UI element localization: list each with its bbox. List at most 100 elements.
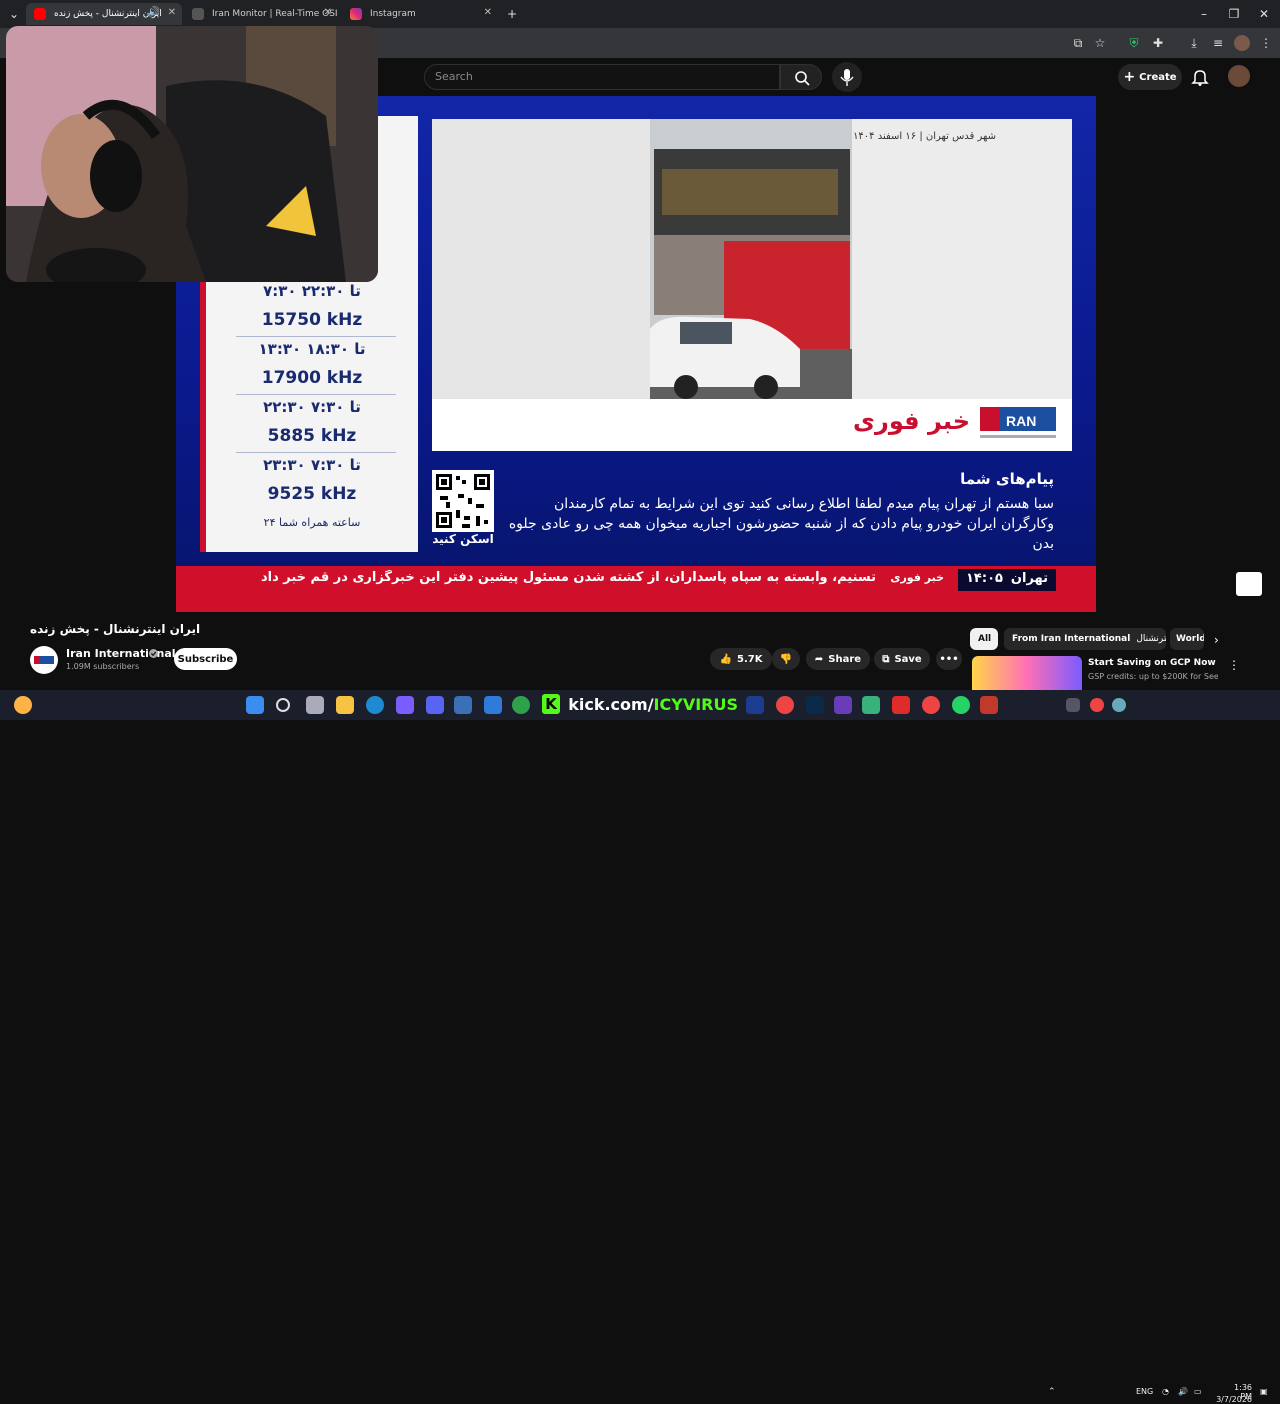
language-indicator[interactable]: ENG xyxy=(1136,1387,1153,1396)
tab-search-icon[interactable]: ⌄ xyxy=(6,6,22,22)
app-icon[interactable] xyxy=(862,696,880,714)
profile-avatar-icon[interactable] xyxy=(1234,35,1250,51)
ad-more-icon[interactable]: ⋮ xyxy=(1228,658,1240,672)
whatsapp-icon[interactable] xyxy=(952,696,970,714)
bookmark-star-icon[interactable]: ☆ xyxy=(1092,35,1108,51)
kick-url-prefix: kick.com/ xyxy=(568,694,654,714)
share-button[interactable]: ➦ Share xyxy=(806,648,870,670)
photo-blur-right xyxy=(852,119,1072,399)
weather-icon[interactable] xyxy=(14,696,32,714)
freq-khz-1: 15750 kHz xyxy=(261,310,363,330)
storefront-photo xyxy=(650,119,852,399)
extension-shield-icon[interactable]: ⛨ xyxy=(1126,35,1142,51)
notifications-button[interactable] xyxy=(1190,67,1210,87)
dislike-button[interactable]: 👎 xyxy=(772,648,800,670)
vscode-icon[interactable] xyxy=(746,696,764,714)
photoshop-icon[interactable] xyxy=(806,696,824,714)
start-icon[interactable] xyxy=(246,696,264,714)
close-tab-icon[interactable]: ✕ xyxy=(484,7,492,18)
browser-tab-bar: ⌄ ایران اینترنشنال - پخش زنده 🔊 ✕ Iran M… xyxy=(0,0,1280,28)
plus-icon: + xyxy=(1123,69,1136,85)
freq-khz-2: 17900 kHz xyxy=(261,368,363,388)
task-view-icon[interactable] xyxy=(306,696,324,714)
battery-icon[interactable]: ▭ xyxy=(1194,1387,1202,1396)
tab-iran-monitor[interactable]: Iran Monitor | Real-Time OSINT ✕ xyxy=(184,3,338,25)
new-tab-button[interactable]: + xyxy=(504,6,520,22)
subscribe-button[interactable]: Subscribe xyxy=(174,648,237,670)
ticker-city-badge: تهران ۱۴:۰۵ xyxy=(958,569,1056,591)
youtube-favicon-icon xyxy=(34,8,46,20)
verified-icon xyxy=(149,649,158,658)
app-icon[interactable] xyxy=(396,696,414,714)
tab-label: ایران اینترنشنال - پخش زنده xyxy=(54,9,162,19)
app-icon[interactable] xyxy=(512,696,530,714)
tab-iran-international[interactable]: ایران اینترنشنال - پخش زنده 🔊 ✕ xyxy=(26,3,182,25)
mini-logo-icon[interactable] xyxy=(1236,572,1262,596)
download-icon[interactable]: ⤓ xyxy=(1186,35,1202,51)
channel-avatar[interactable] xyxy=(30,646,58,674)
voice-search-button[interactable] xyxy=(832,62,862,92)
app-icon[interactable] xyxy=(454,696,472,714)
app-icon[interactable] xyxy=(834,696,852,714)
close-window-button[interactable]: ✕ xyxy=(1256,6,1272,22)
app-icon[interactable] xyxy=(484,696,502,714)
chip-world[interactable]: World xyxy=(1170,628,1204,650)
streamer-webcam-image xyxy=(6,26,378,282)
chip-label: From Iran International xyxy=(1012,634,1131,644)
wifi-icon[interactable]: ◔ xyxy=(1162,1387,1169,1396)
ticker-label: خبر فوری xyxy=(890,571,944,584)
channel-logo-icon xyxy=(34,656,54,664)
instagram-favicon-icon xyxy=(350,8,362,20)
audio-icon[interactable]: 🔊 xyxy=(148,7,160,18)
browser-menu-icon[interactable]: ⋮ xyxy=(1258,35,1274,51)
tray-app-icon[interactable] xyxy=(1066,698,1080,712)
microphone-icon xyxy=(840,69,854,86)
tab-instagram[interactable]: Instagram ✕ xyxy=(342,3,498,25)
tray-app-icon[interactable] xyxy=(1090,698,1104,712)
clock-date[interactable]: 3/7/2026 xyxy=(1214,1395,1252,1404)
tray-expand-icon[interactable]: ⌃ xyxy=(1048,1387,1056,1397)
chip-from-iran-international[interactable]: From Iran International ایران اینترنشنال xyxy=(1004,628,1166,650)
channel-name[interactable]: Iran International xyxy=(66,647,176,660)
divider xyxy=(236,336,396,337)
close-tab-icon[interactable]: ✕ xyxy=(168,7,176,18)
notification-center-icon[interactable]: ▣ xyxy=(1260,1387,1268,1396)
cast-icon[interactable]: ⧉ xyxy=(1070,35,1086,51)
tab-label: Iran Monitor | Real-Time OSINT xyxy=(212,9,338,19)
save-label: Save xyxy=(894,653,922,665)
search-button[interactable] xyxy=(780,64,822,90)
volume-icon[interactable]: 🔊 xyxy=(1178,1387,1188,1396)
file-explorer-icon[interactable] xyxy=(336,696,354,714)
app-icon[interactable] xyxy=(980,696,998,714)
extensions-puzzle-icon[interactable]: ✚ xyxy=(1150,35,1166,51)
search-input[interactable]: Search xyxy=(424,64,780,90)
tab-label: Instagram xyxy=(370,9,416,19)
tray-app-icon[interactable] xyxy=(1112,698,1126,712)
save-button[interactable]: ⧉ Save xyxy=(874,648,930,670)
search-icon[interactable] xyxy=(276,698,290,712)
video-title: ایران اینترنشنال - پخش زنده xyxy=(30,622,201,636)
maximize-button[interactable]: ❐ xyxy=(1226,6,1242,22)
qr-code-icon xyxy=(432,470,494,532)
news-frame: شهر قدس تهران | ۱۶ اسفند ۱۴۰۴ خبر فوری R… xyxy=(432,119,1072,451)
freq-time-2: ۱۳:۳۰ تا ۱۸:۳۰ xyxy=(258,340,366,358)
photo-blur-left xyxy=(432,119,650,399)
more-actions-button[interactable]: ••• xyxy=(936,648,962,670)
chip-label-fa: ایران اینترنشنال xyxy=(1136,634,1166,644)
account-avatar[interactable] xyxy=(1228,65,1250,87)
discord-icon[interactable] xyxy=(426,696,444,714)
ad-title[interactable]: Start Saving on GCP Now xyxy=(1088,658,1216,668)
thumbs-up-icon: 👍 xyxy=(719,653,732,665)
edge-icon[interactable] xyxy=(366,696,384,714)
minimize-button[interactable]: – xyxy=(1196,6,1212,22)
like-button[interactable]: 👍 5.7K xyxy=(710,648,772,670)
app-icon[interactable] xyxy=(892,696,910,714)
chrome-icon[interactable] xyxy=(776,696,794,714)
chips-next-arrow-icon[interactable]: › xyxy=(1214,633,1219,647)
media-control-icon[interactable]: ≡ xyxy=(1210,35,1226,51)
webcam-overlay xyxy=(6,26,378,282)
chip-all[interactable]: All xyxy=(970,628,998,650)
create-button[interactable]: + Create xyxy=(1118,64,1182,90)
close-tab-icon[interactable]: ✕ xyxy=(324,7,332,18)
chrome-active-icon[interactable] xyxy=(922,696,940,714)
